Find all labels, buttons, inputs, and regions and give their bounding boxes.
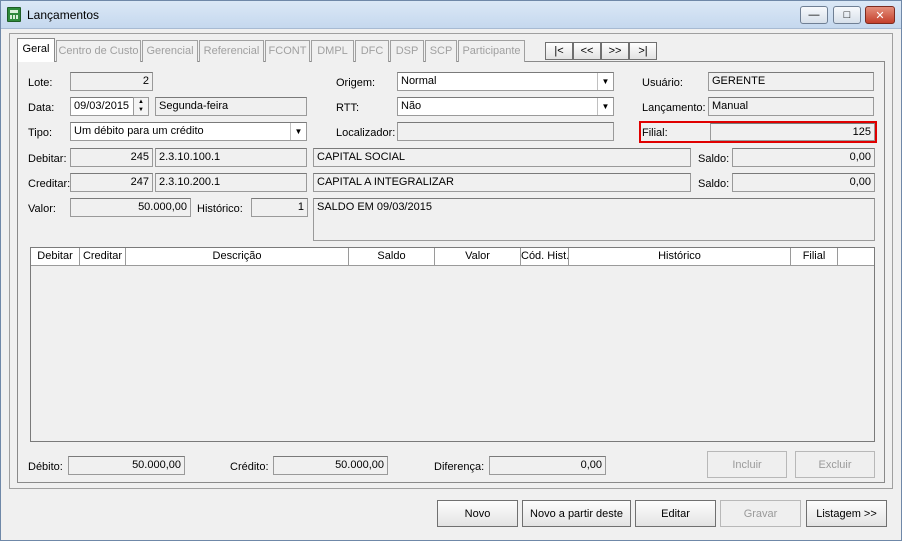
saldo-debito-label: Saldo: bbox=[698, 153, 730, 165]
maximize-icon: □ bbox=[843, 9, 851, 21]
gravar-button[interactable]: Gravar bbox=[720, 500, 801, 527]
date-spinner[interactable]: ▲ ▼ bbox=[133, 97, 149, 116]
total-diferenca-label: Diferença: bbox=[434, 461, 485, 473]
valor-field[interactable]: 50.000,00 bbox=[70, 198, 191, 217]
historico-label: Histórico: bbox=[197, 203, 243, 215]
rtt-select[interactable]: Não ▼ bbox=[397, 97, 614, 116]
creditar-label: Creditar: bbox=[28, 178, 71, 190]
creditar-account-field: 2.3.10.200.1 bbox=[155, 173, 307, 192]
data-label: Data: bbox=[28, 102, 55, 114]
lancamento-field: Manual bbox=[708, 97, 874, 116]
tab-dfc[interactable]: DFC bbox=[355, 40, 389, 62]
tab-geral[interactable]: Geral bbox=[17, 38, 55, 62]
editar-button[interactable]: Editar bbox=[635, 500, 716, 527]
origem-select[interactable]: Normal ▼ bbox=[397, 72, 614, 91]
column-header-cod-hist[interactable]: Cód. Hist. bbox=[521, 248, 569, 265]
listagem-button[interactable]: Listagem >> bbox=[806, 500, 887, 527]
minimize-button[interactable]: — bbox=[800, 6, 828, 24]
saldo-credito-label: Saldo: bbox=[698, 178, 730, 190]
debitar-name-field: CAPITAL SOCIAL bbox=[313, 148, 691, 167]
minimize-icon: — bbox=[808, 9, 820, 21]
nav-first-button[interactable]: |< bbox=[545, 42, 573, 60]
valor-label: Valor: bbox=[28, 203, 56, 215]
tab-participante[interactable]: Participante bbox=[458, 40, 525, 62]
column-header-debitar[interactable]: Debitar bbox=[31, 248, 80, 265]
tipo-label: Tipo: bbox=[28, 127, 53, 139]
localizador-label: Localizador: bbox=[336, 127, 396, 139]
saldo-debito-field: 0,00 bbox=[732, 148, 875, 167]
incluir-button[interactable]: Incluir bbox=[707, 451, 787, 478]
tab-dsp[interactable]: DSP bbox=[390, 40, 424, 62]
maximize-button[interactable]: □ bbox=[833, 6, 861, 24]
saldo-credito-field: 0,00 bbox=[732, 173, 875, 192]
close-icon: ✕ bbox=[875, 9, 885, 22]
tab-dmpl[interactable]: DMPL bbox=[311, 40, 354, 62]
localizador-field[interactable] bbox=[397, 122, 614, 141]
origem-label: Origem: bbox=[336, 77, 376, 89]
historico-text-area[interactable]: SALDO EM 09/03/2015 bbox=[313, 198, 875, 241]
column-header-saldo[interactable]: Saldo bbox=[349, 248, 435, 265]
close-button[interactable]: ✕ bbox=[865, 6, 895, 24]
date-input[interactable]: 09/03/2015 bbox=[70, 97, 134, 116]
calculator-icon bbox=[7, 7, 21, 22]
nav-prev-button[interactable]: << bbox=[573, 42, 601, 60]
debitar-code-field[interactable]: 245 bbox=[70, 148, 153, 167]
tab-centro-de-custo[interactable]: Centro de Custo bbox=[56, 40, 141, 62]
chevron-down-icon[interactable]: ▼ bbox=[597, 73, 613, 90]
spin-down-icon[interactable]: ▼ bbox=[134, 106, 148, 114]
usuario-label: Usuário: bbox=[642, 77, 683, 89]
column-header-descricao[interactable]: Descrição bbox=[126, 248, 349, 265]
title-bar[interactable]: Lançamentos — □ ✕ bbox=[1, 1, 901, 29]
creditar-name-field: CAPITAL A INTEGRALIZAR bbox=[313, 173, 691, 192]
tab-scp[interactable]: SCP bbox=[425, 40, 457, 62]
total-credito-field: 50.000,00 bbox=[273, 456, 388, 475]
window: Lançamentos — □ ✕ Geral Centro de Custo … bbox=[0, 0, 902, 541]
lote-field[interactable]: 2 bbox=[70, 72, 153, 91]
rtt-value: Não bbox=[401, 100, 422, 112]
total-debito-label: Débito: bbox=[28, 461, 63, 473]
novo-a-partir-button[interactable]: Novo a partir deste bbox=[522, 500, 631, 527]
weekday-field: Segunda-feira bbox=[155, 97, 307, 116]
creditar-code-field[interactable]: 247 bbox=[70, 173, 153, 192]
usuario-field: GERENTE bbox=[708, 72, 874, 91]
total-debito-field: 50.000,00 bbox=[68, 456, 185, 475]
nav-next-button[interactable]: >> bbox=[601, 42, 629, 60]
origem-value: Normal bbox=[401, 75, 437, 87]
tipo-value: Um débito para um crédito bbox=[74, 125, 204, 137]
lote-label: Lote: bbox=[28, 77, 53, 89]
lancamento-label: Lançamento: bbox=[642, 102, 706, 114]
debitar-account-field: 2.3.10.100.1 bbox=[155, 148, 307, 167]
total-diferenca-field: 0,00 bbox=[489, 456, 606, 475]
excluir-button[interactable]: Excluir bbox=[795, 451, 875, 478]
filial-label: Filial: bbox=[642, 127, 668, 139]
filial-field[interactable]: 125 bbox=[710, 123, 875, 141]
historico-code-field[interactable]: 1 bbox=[251, 198, 308, 217]
tab-gerencial[interactable]: Gerencial bbox=[142, 40, 198, 62]
column-header-creditar[interactable]: Creditar bbox=[80, 248, 126, 265]
tab-fcont[interactable]: FCONT bbox=[265, 40, 310, 62]
column-header-valor[interactable]: Valor bbox=[435, 248, 521, 265]
column-header-filial[interactable]: Filial bbox=[791, 248, 838, 265]
tipo-select[interactable]: Um débito para um crédito ▼ bbox=[70, 122, 307, 141]
novo-button[interactable]: Novo bbox=[437, 500, 518, 527]
grid-header: Debitar Creditar Descrição Saldo Valor C… bbox=[31, 248, 874, 266]
total-credito-label: Crédito: bbox=[230, 461, 269, 473]
spin-up-icon[interactable]: ▲ bbox=[134, 98, 148, 106]
rtt-label: RTT: bbox=[336, 102, 360, 114]
debitar-label: Debitar: bbox=[28, 153, 67, 165]
lancamentos-grid[interactable]: Debitar Creditar Descrição Saldo Valor C… bbox=[30, 247, 875, 442]
chevron-down-icon[interactable]: ▼ bbox=[290, 123, 306, 140]
tab-referencial[interactable]: Referencial bbox=[199, 40, 264, 62]
window-title: Lançamentos bbox=[27, 8, 100, 22]
column-header-historico[interactable]: Histórico bbox=[569, 248, 791, 265]
nav-last-button[interactable]: >| bbox=[629, 42, 657, 60]
chevron-down-icon[interactable]: ▼ bbox=[597, 98, 613, 115]
